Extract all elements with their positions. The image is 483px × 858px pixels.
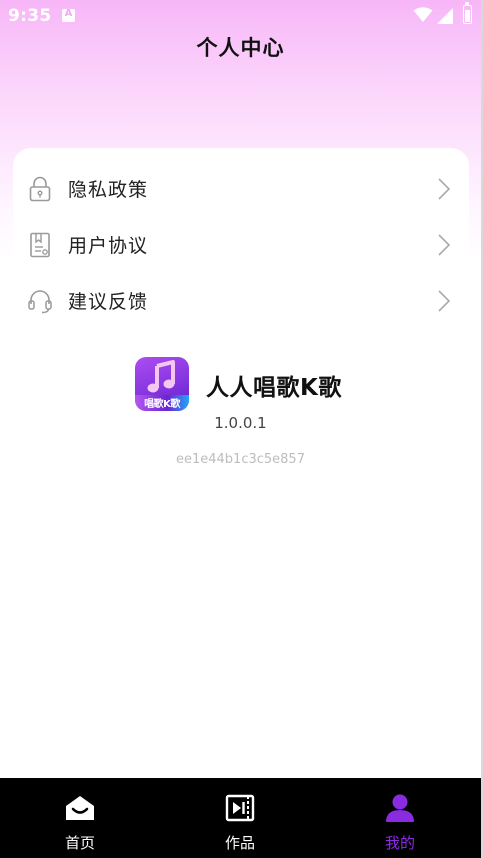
status-bar: 9:35 A [0, 0, 481, 34]
menu-item-label: 隐私政策 [68, 179, 149, 201]
menu-card: 隐私政策 用户协议 建议反馈 [13, 148, 469, 328]
lock-icon [29, 176, 51, 202]
menu-item-user-agreement[interactable]: 用户协议 [13, 217, 469, 273]
tab-mine[interactable]: 我的 [320, 778, 480, 858]
chevron-right-icon [438, 290, 451, 312]
wifi-icon [413, 7, 433, 22]
chevron-right-icon [438, 178, 451, 200]
tab-label: 首页 [64, 834, 95, 852]
battery-icon [463, 2, 472, 24]
tab-home[interactable]: 首页 [0, 778, 160, 858]
notification-letter: A [64, 8, 73, 19]
home-icon [66, 796, 94, 820]
notification-a-icon: A [62, 8, 75, 22]
tab-label: 我的 [384, 834, 415, 852]
app-logo: 唱歌K歌 [135, 357, 189, 411]
app-version: 1.0.0.1 [214, 414, 267, 432]
page-title: 个人中心 [196, 36, 285, 60]
menu-item-label: 建议反馈 [68, 291, 149, 313]
logo-text: 唱歌K歌 [144, 399, 180, 410]
app-name: 人人唱歌K歌 [206, 375, 342, 401]
video-icon [225, 794, 255, 822]
menu-item-feedback[interactable]: 建议反馈 [13, 273, 469, 329]
menu-item-privacy-policy[interactable]: 隐私政策 [13, 161, 469, 217]
tab-works[interactable]: 作品 [160, 778, 320, 858]
screen: 9:35 A 个人中心 隐私政策 用户协议 建议反馈 唱歌K歌 人人唱歌K歌 1… [0, 0, 481, 858]
chevron-right-icon [438, 234, 451, 256]
status-time: 9:35 [8, 6, 52, 26]
tab-label: 作品 [224, 834, 255, 852]
bottom-tab-bar: 首页 作品 我的 [0, 778, 481, 858]
signal-icon [437, 8, 453, 24]
headset-icon [28, 290, 52, 314]
music-note-icon [147, 360, 175, 393]
document-icon [30, 232, 50, 258]
menu-item-label: 用户协议 [68, 235, 149, 257]
user-icon [386, 794, 414, 822]
device-id: ee1e44b1c3c5e857 [176, 452, 305, 467]
